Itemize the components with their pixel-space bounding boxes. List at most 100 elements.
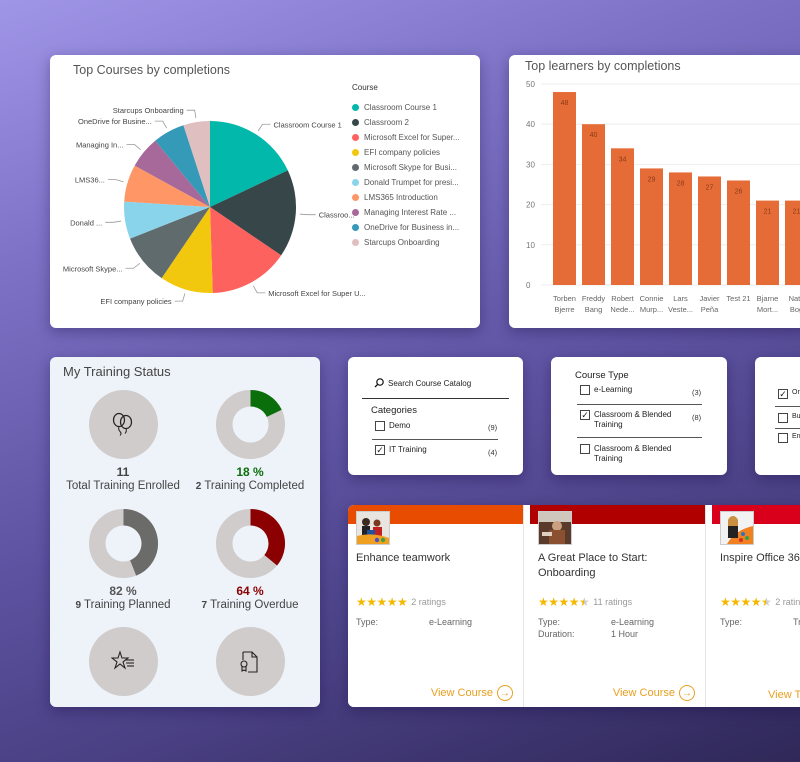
bar[interactable] (553, 92, 576, 285)
filter-item-on[interactable]: ✓ On (778, 389, 800, 399)
course-title[interactable]: Enhance teamwork (356, 551, 521, 566)
classroom-blended-checkbox[interactable]: ✓ (580, 410, 590, 420)
legend-item[interactable]: Microsoft Skype for Busi... (352, 160, 460, 175)
classroom-blended-2-checkbox[interactable] (580, 444, 590, 454)
elearning-checkbox[interactable] (580, 385, 590, 395)
legend-label: OneDrive for Business in... (364, 223, 460, 232)
legend-item[interactable]: Starcups Onboarding (352, 235, 460, 250)
callout-line (105, 220, 122, 223)
balloons-icon (112, 412, 133, 436)
legend-item[interactable]: Classroom Course 1 (352, 100, 460, 115)
legend-item[interactable]: LMS365 Introduction (352, 190, 460, 205)
tile-enrolled[interactable]: 11 Total Training Enrolled (63, 390, 183, 492)
bar[interactable] (669, 172, 692, 285)
course-rating: ★★★★★ 2 ratings (720, 595, 800, 609)
search-course-catalog[interactable]: Search Course Catalog (374, 378, 471, 388)
x-tick-label: Bog (790, 305, 800, 314)
en-checkbox[interactable] (778, 433, 788, 443)
course-image (357, 512, 389, 544)
bar-data-label: 48 (561, 100, 569, 107)
pie-callout-label: Classroom Course 1 (274, 120, 342, 129)
legend-item[interactable]: Donald Trumpet for presi... (352, 175, 460, 190)
it-training-count: (4) (488, 448, 498, 457)
legend-label: Classroom Course 1 (364, 103, 437, 112)
bu-label: Bu (792, 413, 800, 420)
x-tick-label: Lars (673, 294, 688, 303)
divider (775, 406, 800, 407)
legend-dot-icon (352, 149, 359, 156)
bar[interactable] (698, 176, 721, 285)
view-course-button[interactable]: View Course → (431, 685, 513, 701)
course-title[interactable]: A Great Place to Start: Onboarding (538, 551, 703, 581)
pie-callout-label: Microsoft Excel for Super U... (268, 289, 366, 298)
pie-callout-label: OneDrive for Busine... (78, 117, 152, 126)
y-tick-label: 50 (526, 80, 535, 89)
pie-callout-label: Managing In... (76, 141, 124, 150)
on-checkbox[interactable]: ✓ (778, 389, 788, 399)
tile-favorites[interactable] (63, 627, 183, 696)
legend-item[interactable]: EFI company policies (352, 145, 460, 160)
type-key: Type: (356, 617, 379, 627)
bu-checkbox[interactable] (778, 413, 788, 423)
pie-callout-label: EFI company policies (100, 297, 172, 306)
tile-planned[interactable]: 82 % 9 Training Planned (63, 509, 183, 611)
course-card[interactable]: Inspire Office 365 adoption through stor… (712, 505, 800, 707)
x-tick-label: Connie (640, 294, 664, 303)
tile-overdue[interactable]: 64 % 7 Training Overdue (190, 509, 310, 611)
x-tick-label: Freddy (582, 294, 606, 303)
y-tick-label: 30 (526, 160, 535, 169)
pie-callout-label: Microsoft Skype... (63, 264, 123, 273)
callout-line (154, 120, 167, 129)
bar[interactable] (727, 180, 750, 285)
bar[interactable] (640, 168, 663, 285)
course-card[interactable]: Enhance teamwork ★★★★★ 2 ratings Type: e-… (348, 505, 524, 707)
view-course-button[interactable]: View Training (768, 689, 800, 701)
type-value: e-Learning (429, 617, 473, 627)
legend-item[interactable]: Microsoft Excel for Super... (352, 130, 460, 145)
x-tick-label: Nede... (610, 305, 634, 314)
view-course-button[interactable]: View Course → (613, 685, 695, 701)
legend-item[interactable]: OneDrive for Business in... (352, 220, 460, 235)
legend-label: Microsoft Excel for Super... (364, 133, 460, 142)
filter-item-it-training[interactable]: ✓ IT Training (375, 445, 427, 455)
legend-item[interactable]: Managing Interest Rate ... (352, 205, 460, 220)
callout-line (257, 123, 271, 132)
bar-data-label: 21 (793, 209, 800, 216)
tile-completed[interactable]: 18 % 2 Training Completed (190, 390, 310, 492)
arrow-right-icon: → (497, 685, 513, 701)
overdue-count: 7 (201, 600, 208, 611)
rating-stars-icon: ★★★★★ (720, 595, 772, 609)
duration-key: Duration: (538, 629, 575, 639)
filter-item-en[interactable]: En (778, 433, 800, 443)
callout-line (125, 262, 141, 269)
elearning-label: e-Learning (594, 385, 633, 394)
x-tick-label: Nata (789, 294, 800, 303)
course-meta: Type: Training (720, 616, 800, 628)
bar[interactable] (582, 124, 605, 285)
completed-donut (215, 390, 285, 459)
it-training-checkbox[interactable]: ✓ (375, 445, 385, 455)
course-title[interactable]: Inspire Office 365 adoption through stor… (720, 551, 800, 566)
tile-certificates[interactable] (190, 627, 310, 696)
on-label: On (792, 389, 800, 396)
x-tick-label: Mort... (757, 305, 778, 314)
legend-label: Managing Interest Rate ... (364, 208, 457, 217)
planned-label: 9 Training Planned (63, 599, 183, 611)
filter-item-classroom-blended-2[interactable]: Classroom & Blended Training (580, 444, 690, 464)
demo-count: (9) (488, 423, 498, 432)
x-tick-label: Murp... (640, 305, 663, 314)
bar-data-label: 28 (677, 180, 685, 187)
pie-legend: Course Classroom Course 1 Classroom 2 Micr… (352, 83, 460, 250)
demo-checkbox[interactable] (375, 421, 385, 431)
filter-item-elearning[interactable]: e-Learning (580, 385, 632, 395)
x-tick-label: Test 21 (726, 294, 750, 303)
overdue-label: 7 Training Overdue (190, 599, 310, 611)
legend-item[interactable]: Classroom 2 (352, 115, 460, 130)
search-underline (362, 398, 509, 399)
x-tick-label: Torben (553, 294, 576, 303)
filter-item-bu[interactable]: Bu (778, 413, 800, 423)
course-card[interactable]: A Great Place to Start: Onboarding ★★★★★… (530, 505, 706, 707)
filter-item-demo[interactable]: Demo (375, 421, 410, 431)
bar[interactable] (611, 148, 634, 285)
filter-item-classroom-blended[interactable]: ✓ Classroom & Blended Training (580, 410, 690, 430)
